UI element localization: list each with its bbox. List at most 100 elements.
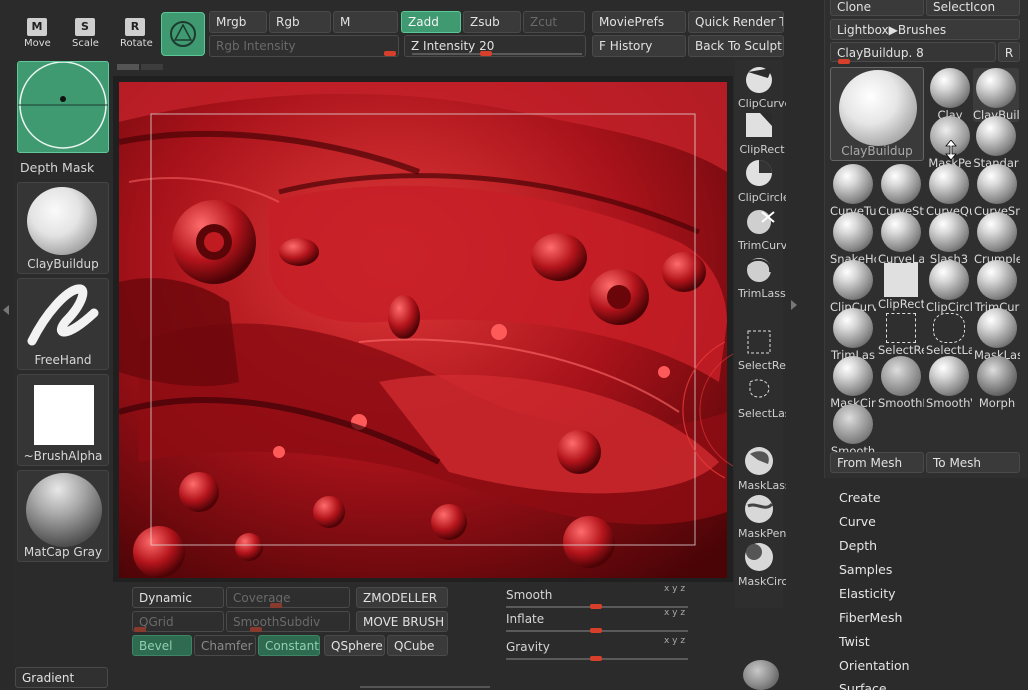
movie-prefs-button[interactable]: MoviePrefs [592, 11, 686, 33]
right-tray-arrow-icon[interactable] [791, 300, 797, 310]
brush-smoothvalleys[interactable]: SmoothV [926, 356, 972, 410]
smooth-subdiv-knob[interactable] [250, 627, 262, 632]
stroke-selector[interactable]: FreeHand [17, 278, 109, 370]
canvas-tab[interactable] [117, 64, 139, 70]
coverage-knob[interactable] [270, 603, 282, 608]
brush-curvequad[interactable]: CurveQu [926, 164, 972, 218]
tool-masklasso[interactable]: MaskLasso [738, 444, 786, 492]
gravity-deform-knob[interactable] [590, 656, 602, 661]
move-button[interactable]: M Move [24, 18, 51, 49]
tool-maskcircle[interactable]: MaskCircle [738, 540, 786, 588]
bottom-sphere-icon[interactable] [743, 660, 779, 690]
gradient-button[interactable]: Gradient [15, 667, 108, 688]
zmodeller-button[interactable]: ZMODELLER [356, 587, 448, 608]
select-icon-button[interactable]: SelectIcon [926, 0, 1020, 16]
smooth-xyz-toggle[interactable]: x y z [664, 584, 685, 594]
brush-curvestrap[interactable]: CurveSt [878, 164, 924, 218]
canvas-tab-2[interactable] [141, 64, 163, 70]
brush-curvelathe[interactable]: CurveLa [878, 212, 924, 266]
brush-snakehook[interactable]: SnakeHo [830, 212, 876, 266]
inflate-xyz-toggle[interactable]: x y z [664, 608, 685, 618]
back-to-sculpt-button[interactable]: Back To Sculpt [688, 35, 784, 57]
tool-clipcircle[interactable]: ClipCircle [738, 158, 786, 204]
mrgb-button[interactable]: Mrgb [209, 11, 267, 33]
zadd-button[interactable]: Zadd [401, 11, 461, 33]
move-brush-button[interactable]: MOVE BRUSH [356, 611, 448, 632]
coverage-slider[interactable]: Coverage [226, 587, 350, 608]
z-intensity-knob[interactable] [480, 51, 492, 56]
menu-curve[interactable]: Curve [839, 514, 876, 529]
menu-depth[interactable]: Depth [839, 538, 877, 553]
m-button[interactable]: M [333, 11, 398, 33]
menu-samples[interactable]: Samples [839, 562, 892, 577]
qsphere-button[interactable]: QSphere [324, 635, 385, 656]
brush-clipcircle[interactable]: ClipCircl [926, 260, 972, 314]
brush-standard[interactable]: Standar [973, 116, 1019, 170]
tool-selectlasso[interactable]: SelectLasso [738, 376, 786, 420]
menu-twist[interactable]: Twist [839, 634, 870, 649]
qgrid-knob[interactable] [134, 627, 146, 632]
f-history-button[interactable]: F History [592, 35, 686, 57]
material-selector[interactable]: MatCap Gray [17, 470, 109, 562]
tool-clipcurve[interactable]: ClipCurve [738, 64, 786, 110]
menu-create[interactable]: Create [839, 490, 881, 505]
brush-claybuildup[interactable]: ClayBuil [973, 68, 1019, 122]
to-mesh-button[interactable]: To Mesh [926, 452, 1020, 473]
brush-clipcurve[interactable]: ClipCurv [830, 260, 876, 314]
inflate-deform-knob[interactable] [590, 628, 602, 633]
tool-trimlasso[interactable]: TrimLasso [738, 254, 786, 300]
brush-selectlasso[interactable]: SelectLa [926, 308, 972, 357]
brush-masklasso[interactable]: MaskLas [974, 308, 1020, 362]
chamfer-button[interactable]: Chamfer [194, 635, 256, 656]
menu-orientation[interactable]: Orientation [839, 658, 910, 673]
brush-clay[interactable]: Clay [927, 68, 973, 122]
brush-selector[interactable]: ClayBuildup [17, 182, 109, 274]
constant-button[interactable]: Constant [258, 635, 320, 656]
tool-cliprect[interactable]: ClipRect [739, 110, 785, 156]
tool-maskpen[interactable]: MaskPen [738, 492, 786, 540]
from-mesh-button[interactable]: From Mesh [830, 452, 924, 473]
lightbox-brushes-button[interactable]: Lightbox▶Brushes [830, 19, 1020, 40]
tool-selectrect[interactable]: SelectRect [738, 328, 786, 372]
quick-render-button[interactable]: Quick Render Tes [688, 11, 784, 33]
brush-smooth[interactable]: Smooth [830, 404, 876, 458]
brush-crumple[interactable]: Crumple [974, 212, 1020, 266]
dynamic-button[interactable]: Dynamic [132, 587, 224, 608]
brush-cliprect[interactable]: ClipRect [878, 260, 924, 311]
alpha-selector[interactable]: ~BrushAlpha [17, 374, 109, 466]
scale-button[interactable]: S Scale [72, 18, 99, 49]
zsub-button[interactable]: Zsub [463, 11, 521, 33]
current-brush-knob[interactable] [838, 59, 850, 64]
draw-mode-button[interactable] [161, 12, 205, 56]
menu-fibermesh[interactable]: FiberMesh [839, 610, 902, 625]
r-button[interactable]: R [998, 42, 1020, 62]
brush-slash3[interactable]: Slash3 [926, 212, 972, 266]
menu-surface[interactable]: Surface [839, 681, 887, 690]
brush-curvetube[interactable]: CurveTu [830, 164, 876, 218]
sculpt-viewport[interactable] [119, 82, 727, 578]
left-tray-edge[interactable] [0, 60, 14, 690]
smooth-subdiv-slider[interactable]: SmoothSubdiv [226, 611, 350, 632]
left-tray-arrow-icon[interactable] [3, 305, 9, 315]
bevel-button[interactable]: Bevel [132, 635, 192, 656]
rotate-button[interactable]: R Rotate [120, 18, 153, 49]
current-brush-slider[interactable]: ClayBuildup. 8 [830, 42, 996, 62]
zcut-button[interactable]: Zcut [523, 11, 585, 33]
gravity-xyz-toggle[interactable]: x y z [664, 636, 685, 646]
smooth-deform-knob[interactable] [590, 604, 602, 609]
menu-elasticity[interactable]: Elasticity [839, 586, 896, 601]
bottom-scroll[interactable] [360, 686, 490, 688]
brush-maskcircle[interactable]: MaskCir [830, 356, 876, 410]
brush-trimlasso[interactable]: TrimLas [830, 308, 876, 362]
tool-trimcurve[interactable]: TrimCurve [738, 206, 786, 252]
brush-trimcurve[interactable]: TrimCur [974, 260, 1020, 314]
brush-selectrect[interactable]: SelectRe [878, 308, 924, 357]
brush-morph[interactable]: Morph [974, 356, 1020, 410]
rgb-intensity-slider[interactable]: Rgb Intensity [209, 35, 399, 57]
brush-large-claybuildup[interactable]: ClayBuildup [830, 67, 924, 161]
brush-smoothpeaks[interactable]: SmoothP [878, 356, 924, 410]
depth-mask-button[interactable] [17, 61, 109, 153]
clone-button[interactable]: Clone [830, 0, 924, 16]
rgb-button[interactable]: Rgb [269, 11, 331, 33]
rgb-intensity-knob[interactable] [384, 51, 396, 56]
